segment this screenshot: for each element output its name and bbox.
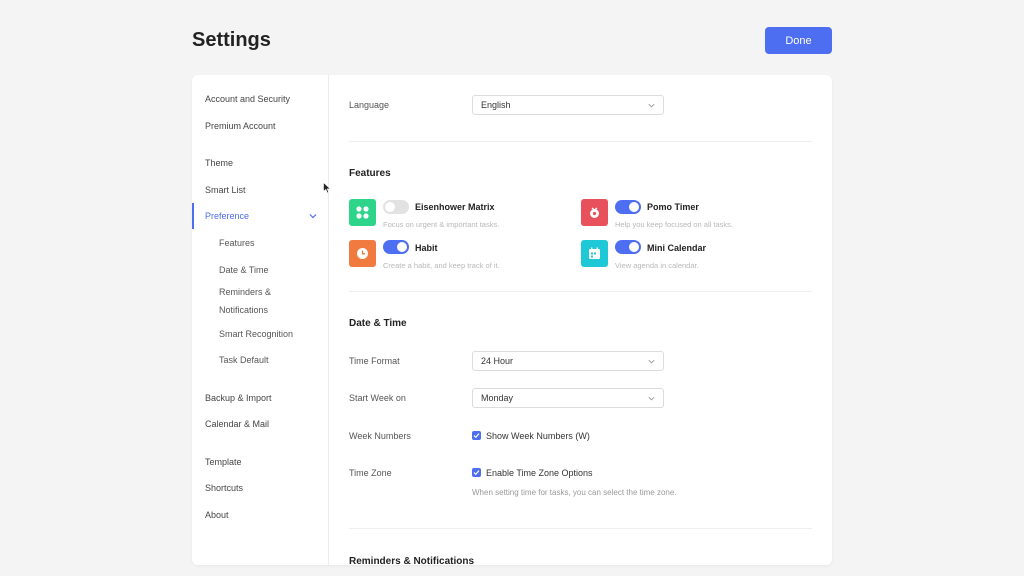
feature-desc: Create a habit, and keep track of it. xyxy=(383,261,500,270)
divider xyxy=(349,528,812,529)
eisenhower-matrix-toggle[interactable] xyxy=(383,200,409,214)
chevron-down-icon xyxy=(648,396,655,401)
sidebar-item-label: Calendar & Mail xyxy=(205,419,270,429)
habit-toggle[interactable] xyxy=(383,240,409,254)
sidebar-item-reminders-notifications[interactable]: Reminders & Notifications xyxy=(192,283,328,319)
sidebar-item-label: Premium Account xyxy=(205,121,276,131)
toggle-knob xyxy=(629,242,639,252)
time-zone-check-label: Enable Time Zone Options xyxy=(486,468,593,478)
feature-name: Habit xyxy=(415,243,438,253)
sidebar-item-label: Reminders & xyxy=(219,287,272,297)
settings-panel: Account and Security Premium Account The… xyxy=(192,75,832,565)
sidebar-item-task-default[interactable]: Task Default xyxy=(192,347,328,373)
start-week-value: Monday xyxy=(481,393,514,403)
start-week-select[interactable]: Monday xyxy=(472,388,664,408)
sidebar-item-date-time[interactable]: Date & Time xyxy=(192,257,328,283)
language-select[interactable]: English xyxy=(472,95,664,115)
preference-content: Language English Features Eisenhower Mat… xyxy=(329,75,832,565)
sidebar-item-template[interactable]: Template xyxy=(192,449,328,475)
sidebar-item-smart-recognition[interactable]: Smart Recognition xyxy=(192,321,328,347)
sidebar-item-label: Features xyxy=(219,238,255,248)
feature-desc: View agenda in calendar. xyxy=(615,261,699,270)
sidebar-item-label: Account and Security xyxy=(205,94,291,104)
calendar-icon xyxy=(581,240,608,267)
toggle-knob xyxy=(385,202,395,212)
week-numbers-label: Week Numbers xyxy=(349,431,411,441)
features-section-title: Features xyxy=(349,168,391,179)
time-format-value: 24 Hour xyxy=(481,356,514,366)
feature-name: Eisenhower Matrix xyxy=(415,202,495,212)
sidebar-item-label: Smart Recognition xyxy=(219,329,294,339)
sidebar-item-preference[interactable]: Preference xyxy=(192,203,328,229)
feature-desc: Focus on urgent & important tasks. xyxy=(383,220,500,229)
mini-calendar-toggle[interactable] xyxy=(615,240,641,254)
feature-name: Mini Calendar xyxy=(647,243,707,253)
sidebar-item-label: Task Default xyxy=(219,355,269,365)
sidebar-item-label: Date & Time xyxy=(219,265,269,275)
time-zone-hint: When setting time for tasks, you can sel… xyxy=(472,488,677,497)
toggle-knob xyxy=(629,202,639,212)
pomo-timer-toggle[interactable] xyxy=(615,200,641,214)
sidebar-item-features[interactable]: Features xyxy=(192,230,328,256)
sidebar-item-account-security[interactable]: Account and Security xyxy=(192,86,328,112)
time-zone-label: Time Zone xyxy=(349,468,392,478)
sidebar-item-label: About xyxy=(205,510,229,520)
chevron-down-icon xyxy=(648,103,655,108)
check-icon xyxy=(473,433,480,439)
week-numbers-check-label: Show Week Numbers (W) xyxy=(486,431,590,441)
page-title: Settings xyxy=(192,29,271,51)
sidebar: Account and Security Premium Account The… xyxy=(192,75,329,565)
reminders-section-title: Reminders & Notifications xyxy=(349,556,475,565)
time-zone-checkbox[interactable] xyxy=(472,468,481,477)
feature-name: Pomo Timer xyxy=(647,202,699,212)
language-value: English xyxy=(481,100,511,110)
time-format-select[interactable]: 24 Hour xyxy=(472,351,664,371)
sidebar-item-shortcuts[interactable]: Shortcuts xyxy=(192,475,328,501)
sidebar-item-label-line2: Notifications xyxy=(219,305,269,315)
sidebar-item-label: Theme xyxy=(205,158,234,168)
matrix-icon xyxy=(349,199,376,226)
sidebar-item-premium-account[interactable]: Premium Account xyxy=(192,113,328,139)
week-numbers-checkbox[interactable] xyxy=(472,431,481,440)
sidebar-item-smart-list[interactable]: Smart List xyxy=(192,177,328,203)
sidebar-item-about[interactable]: About xyxy=(192,502,328,528)
mouse-cursor-icon xyxy=(323,182,331,194)
date-time-section-title: Date & Time xyxy=(349,318,407,329)
clock-icon xyxy=(349,240,376,267)
language-label: Language xyxy=(349,100,390,110)
sidebar-item-backup-import[interactable]: Backup & Import xyxy=(192,385,328,411)
sidebar-item-label: Template xyxy=(205,457,242,467)
chevron-down-icon xyxy=(648,359,655,364)
sidebar-item-theme[interactable]: Theme xyxy=(192,150,328,176)
check-icon xyxy=(473,470,480,476)
sidebar-item-calendar-mail[interactable]: Calendar & Mail xyxy=(192,411,328,437)
sidebar-item-label: Smart List xyxy=(205,185,246,195)
divider xyxy=(349,141,812,142)
toggle-knob xyxy=(397,242,407,252)
time-format-label: Time Format xyxy=(349,356,400,366)
sidebar-item-label: Shortcuts xyxy=(205,483,244,493)
feature-desc: Help you keep focused on all tasks. xyxy=(615,220,733,229)
sidebar-item-label: Preference xyxy=(205,211,250,221)
pomo-icon xyxy=(581,199,608,226)
done-button[interactable]: Done xyxy=(765,27,832,54)
divider xyxy=(349,291,812,292)
start-week-label: Start Week on xyxy=(349,393,406,403)
sidebar-item-label: Backup & Import xyxy=(205,393,272,403)
chevron-down-icon xyxy=(309,214,317,219)
